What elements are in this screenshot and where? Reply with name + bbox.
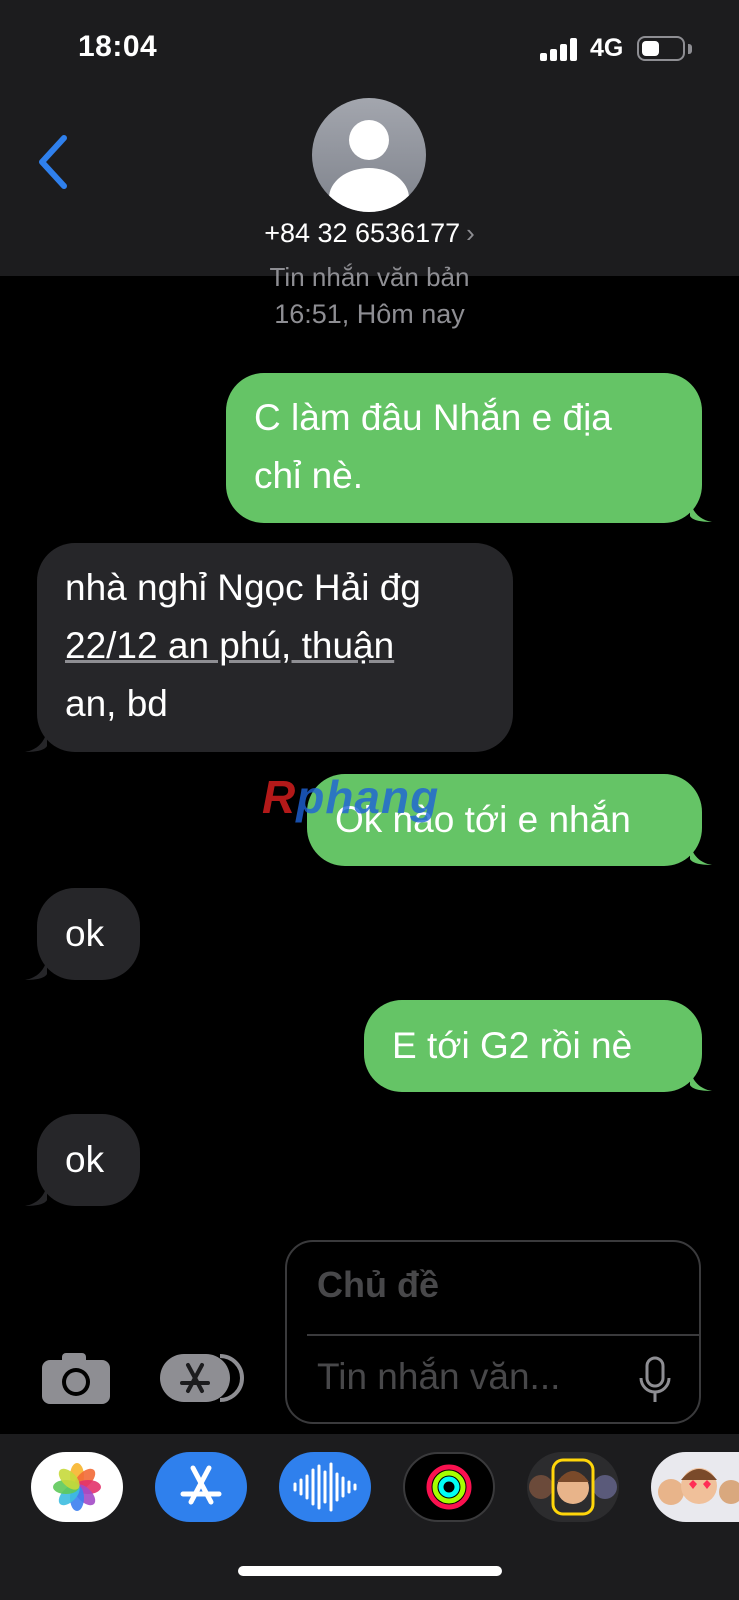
contact-number: +84 32 6536177 — [264, 218, 461, 248]
conversation-header: 18:04 4G +84 32 6536177 › — [0, 0, 739, 276]
camera-icon[interactable] — [40, 1350, 112, 1406]
message-line: chỉ nè. — [254, 455, 364, 496]
status-time: 18:04 — [78, 30, 158, 63]
message-bubble-incoming[interactable]: nhà nghỉ Ngọc Hải đg 22/12 an phú, thuận… — [37, 543, 513, 752]
network-type: 4G — [590, 34, 624, 62]
message-line: ok — [65, 1139, 105, 1180]
chevron-right-icon: › — [466, 218, 475, 248]
message-line: nhà nghỉ Ngọc Hải đg — [65, 567, 421, 608]
message-composer: Chủ đề Tin nhắn văn... — [285, 1240, 701, 1424]
bubble-tail — [690, 1069, 712, 1091]
home-indicator[interactable] — [238, 1566, 502, 1576]
battery-cap — [688, 44, 692, 54]
message-service-label: Tin nhắn văn bản — [269, 262, 470, 292]
app-store-button[interactable] — [160, 1353, 246, 1403]
message-bubble-outgoing[interactable]: E tới G2 rồi nè — [364, 1000, 702, 1092]
message-line: E tới G2 rồi nè — [392, 1025, 633, 1066]
back-chevron-icon[interactable] — [34, 132, 74, 192]
message-bubble-incoming[interactable]: ok — [37, 888, 140, 980]
microphone-icon[interactable] — [637, 1356, 673, 1406]
activity-app-icon[interactable] — [403, 1452, 495, 1522]
photos-app-icon[interactable] — [31, 1452, 123, 1522]
subject-input[interactable]: Chủ đề — [317, 1264, 439, 1306]
contact-name-button[interactable]: +84 32 6536177 › — [0, 218, 739, 249]
memoji-stickers-app-icon[interactable] — [651, 1452, 739, 1522]
app-store-app-icon[interactable] — [155, 1452, 247, 1522]
battery-icon — [637, 36, 685, 61]
bubble-tail — [25, 730, 47, 752]
message-bubble-incoming[interactable]: ok — [37, 1114, 140, 1206]
watermark-logo: Rphang — [262, 771, 440, 823]
bubble-tail — [25, 958, 47, 980]
bubble-tail — [690, 843, 712, 865]
message-line: C làm đâu Nhắn e địa — [254, 397, 612, 438]
cellular-signal-icon — [540, 37, 578, 61]
message-line: an, bd — [65, 683, 168, 724]
message-bubble-outgoing[interactable]: C làm đâu Nhắn e địa chỉ nè. — [226, 373, 702, 523]
bubble-tail — [690, 500, 712, 522]
contact-avatar[interactable] — [312, 98, 426, 212]
audio-message-app-icon[interactable] — [279, 1452, 371, 1522]
app-store-icon — [160, 1354, 244, 1402]
composer-divider — [307, 1334, 699, 1336]
message-line: 22/12 an phú, thuận — [65, 625, 395, 666]
message-line: ok — [65, 913, 105, 954]
bubble-tail — [25, 1184, 47, 1206]
memoji-app-icon[interactable] — [527, 1452, 619, 1522]
message-input[interactable]: Tin nhắn văn... — [317, 1356, 560, 1398]
thread-timestamp: 16:51, Hôm nay — [274, 299, 465, 329]
